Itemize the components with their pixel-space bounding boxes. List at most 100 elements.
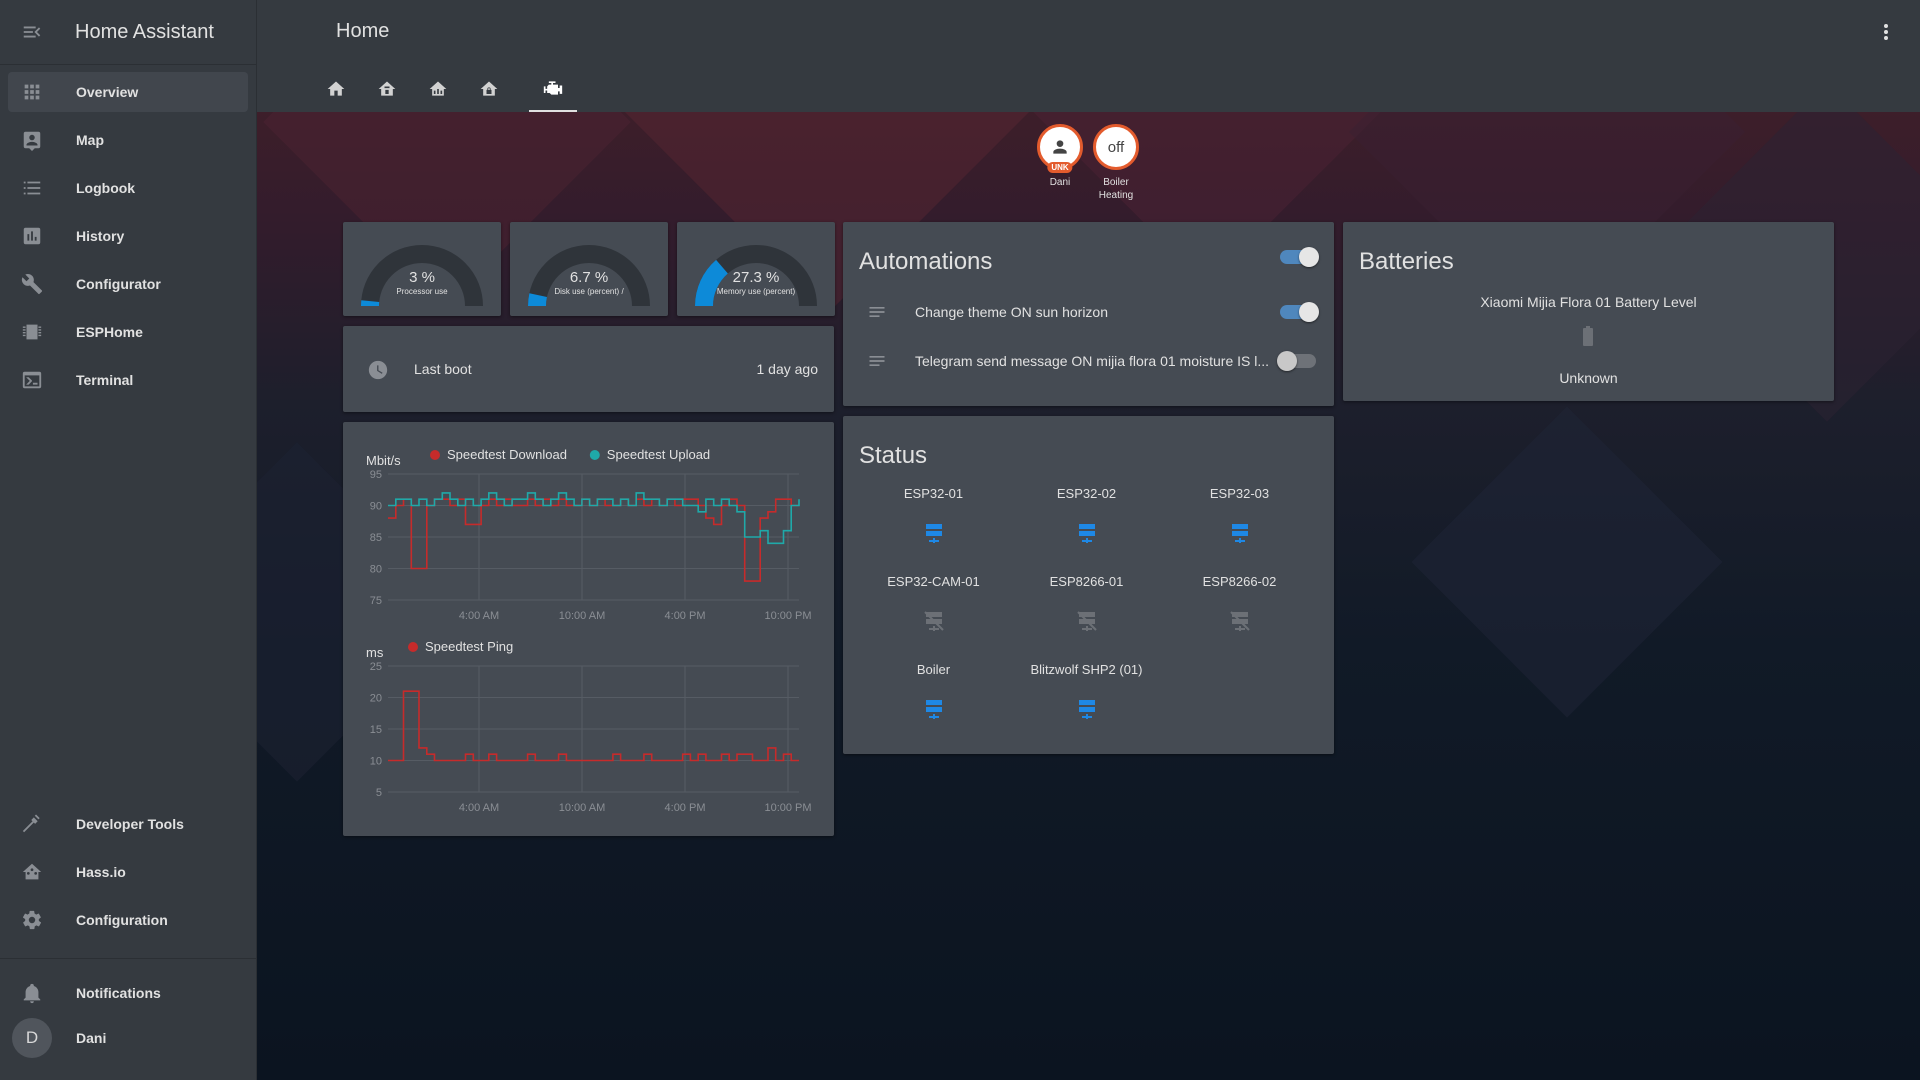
sidebar-item-configurator[interactable]: Configurator <box>8 264 248 304</box>
tab-home[interactable] <box>312 66 360 112</box>
automations-master-toggle[interactable] <box>1280 247 1319 267</box>
badge-boiler-heating[interactable]: off Boiler Heating <box>1086 124 1146 202</box>
home-lock-icon <box>480 81 498 96</box>
sidebar-item-configuration[interactable]: Configuration <box>8 900 248 940</box>
history-icon <box>8 216 56 256</box>
sidebar: Home Assistant Overview Map Logbook Hist… <box>0 0 257 1080</box>
server-network-off-icon <box>922 609 946 633</box>
sidebar-item-terminal[interactable]: Terminal <box>8 360 248 400</box>
top-app-bar: Home <box>257 0 1920 112</box>
legend-swatch <box>408 642 418 652</box>
badge-label: Boiler Heating <box>1086 176 1146 202</box>
gauge-value: 3 % <box>409 269 435 286</box>
sidebar-item-esphome[interactable]: ESPHome <box>8 312 248 352</box>
status-card: Status ESP32-01 ESP32-02 ESP32-03 ESP32-CAM… <box>843 416 1334 754</box>
app-title: Home Assistant <box>75 20 214 43</box>
x-tick-label: 4:00 PM <box>665 610 706 622</box>
user-name: Dani <box>76 1030 107 1046</box>
tab-home-variant[interactable] <box>363 66 411 112</box>
legend-label[interactable]: Speedtest Download <box>447 447 567 462</box>
y-tick-label: 75 <box>370 595 382 607</box>
legend-label[interactable]: Speedtest Upload <box>607 447 710 462</box>
battery-entity-name[interactable]: Xiaomi Mijia Flora 01 Battery Level <box>1343 294 1834 310</box>
status-entity-esp32-01[interactable]: ESP32-01 <box>857 486 1010 545</box>
wrench-icon <box>8 264 56 304</box>
status-entity-esp32-03[interactable]: ESP32-03 <box>1163 486 1316 545</box>
last-boot-card[interactable]: Last boot 1 day ago <box>343 326 834 412</box>
sidebar-item-developer-tools[interactable]: Developer Tools <box>8 804 248 844</box>
last-boot-label: Last boot <box>414 361 472 377</box>
automations-card: Automations Change theme ON sun horizon … <box>843 222 1334 406</box>
automation-icon <box>867 351 887 376</box>
automation-row[interactable]: Telegram send message ON mijia flora 01 … <box>843 341 1334 381</box>
dots-vertical-icon <box>1884 24 1888 40</box>
server-network-icon <box>1228 521 1252 545</box>
gauge-label: Processor use <box>396 287 448 296</box>
server-network-icon <box>922 697 946 721</box>
home-floor-icon <box>429 81 447 96</box>
status-entity-esp32-cam-01[interactable]: ESP32-CAM-01 <box>857 574 1010 633</box>
hammer-icon <box>8 804 56 844</box>
status-entity-name: ESP32-02 <box>1056 486 1117 501</box>
sidebar-item-hassio[interactable]: Hass.io <box>8 852 248 892</box>
sidebar-item-profile[interactable]: D Dani <box>8 1016 248 1060</box>
status-entity-esp8266-01[interactable]: ESP8266-01 <box>1010 574 1163 633</box>
badge-person-dani[interactable]: UNK Dani <box>1030 124 1090 189</box>
page-title: Home <box>336 20 390 42</box>
sidebar-item-label: Configuration <box>76 912 168 928</box>
y-tick-label: 95 <box>370 469 382 481</box>
automation-row[interactable]: Change theme ON sun horizon <box>843 292 1334 332</box>
automation-toggle[interactable] <box>1280 302 1319 322</box>
sidebar-item-label: History <box>76 228 125 244</box>
legend-label[interactable]: Speedtest Ping <box>425 639 513 654</box>
sidebar-item-logbook[interactable]: Logbook <box>8 168 248 208</box>
toggle-knob <box>1299 302 1319 322</box>
tab-engine[interactable] <box>529 66 577 112</box>
gauge-card-disk[interactable]: 6.7 % Disk use (percent) / <box>510 222 668 316</box>
sidebar-item-map[interactable]: Map <box>8 120 248 160</box>
menu-toggle-button[interactable] <box>0 0 64 65</box>
x-tick-label: 10:00 AM <box>559 610 605 622</box>
x-tick-label: 4:00 PM <box>665 802 706 814</box>
speedtest-history-card[interactable]: Mbit/s Speedtest Download Speedtest Upload… <box>343 422 834 836</box>
status-entity-boiler[interactable]: Boiler <box>857 662 1010 721</box>
gauge-card-processor[interactable]: 3 % Processor use <box>343 222 501 316</box>
gauge-card-memory[interactable]: 27.3 % Memory use (percent) <box>677 222 835 316</box>
x-tick-label: 4:00 AM <box>459 610 499 622</box>
status-entity-blitzwolf-shp2-01[interactable]: Blitzwolf SHP2 (01) <box>1010 662 1163 721</box>
card-title: Batteries <box>1359 248 1454 275</box>
automation-toggle[interactable] <box>1277 351 1316 371</box>
series-line <box>388 690 799 762</box>
y-tick-label: 80 <box>370 564 382 576</box>
home-variant-icon <box>378 81 396 96</box>
bell-icon <box>8 973 56 1013</box>
sidebar-item-label: Hass.io <box>76 864 126 880</box>
tab-home-lock[interactable] <box>465 66 513 112</box>
terminal-icon <box>8 360 56 400</box>
speedtest-throughput-chart: Mbit/s Speedtest Download Speedtest Upload… <box>366 447 812 622</box>
sidebar-item-label: Configurator <box>76 276 161 292</box>
gauge-label: Memory use (percent) <box>716 287 796 296</box>
status-entity-esp32-02[interactable]: ESP32-02 <box>1010 486 1163 545</box>
status-entity-name: ESP32-03 <box>1209 486 1270 501</box>
status-entity-name: Blitzwolf SHP2 (01) <box>1030 662 1143 677</box>
home-icon <box>327 81 345 96</box>
overflow-menu-button[interactable] <box>1874 20 1898 44</box>
status-entity-esp8266-02[interactable]: ESP8266-02 <box>1163 574 1316 633</box>
y-tick-label: 25 <box>370 661 382 673</box>
status-entity-name: ESP32-01 <box>903 486 964 501</box>
sidebar-item-history[interactable]: History <box>8 216 248 256</box>
speedtest-ping-chart: ms Speedtest Ping 25 20 15 10 5 4:00 AM 10:00 AM… <box>366 639 812 814</box>
sidebar-item-overview[interactable]: Overview <box>8 72 248 112</box>
battery-state: Unknown <box>1559 370 1618 386</box>
status-entity-name: ESP8266-02 <box>1202 574 1277 589</box>
tab-home-floor[interactable] <box>414 66 462 112</box>
legend-swatch <box>589 450 600 460</box>
avatar: D <box>12 1018 52 1058</box>
sidebar-item-notifications[interactable]: Notifications <box>8 973 248 1013</box>
automation-label: Telegram send message ON mijia flora 01 … <box>915 353 1270 369</box>
server-network-icon <box>922 521 946 545</box>
menu-open-icon <box>23 26 41 38</box>
legend-swatch <box>430 450 440 460</box>
sidebar-item-label: Overview <box>76 84 139 100</box>
